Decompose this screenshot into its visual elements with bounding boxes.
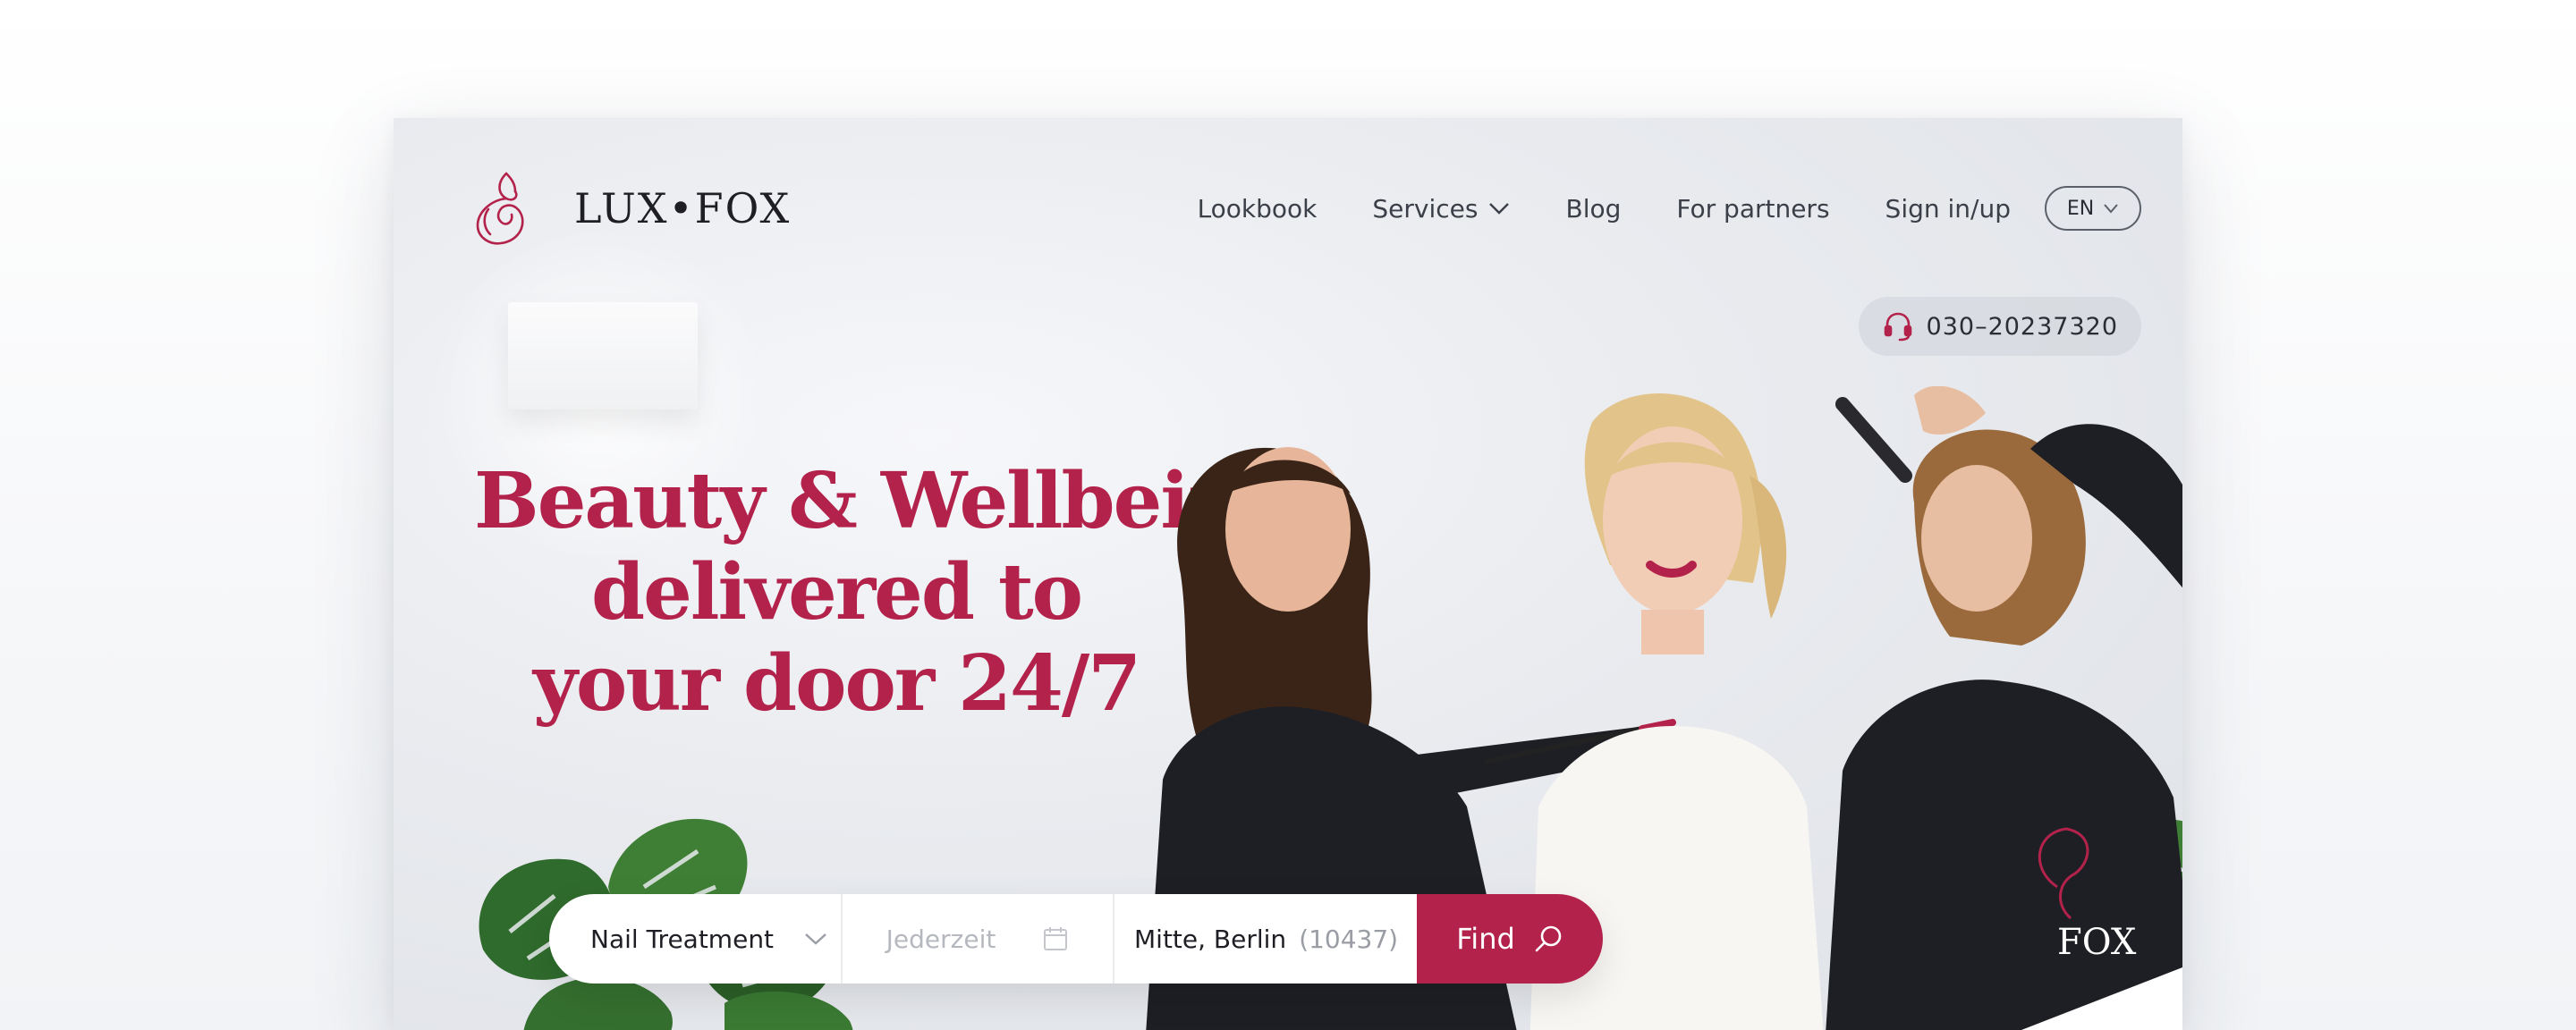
find-label: Find xyxy=(1456,922,1515,956)
chevron-down-icon xyxy=(1489,203,1510,215)
location-field[interactable]: Mitte, Berlin (10437) xyxy=(1114,894,1417,984)
main-nav: Lookbook Services Blog For partners Sign… xyxy=(1198,186,2141,231)
nav-blog[interactable]: Blog xyxy=(1565,194,1621,224)
date-placeholder: Jederzeit xyxy=(886,924,996,954)
fox-logo-icon xyxy=(476,172,524,245)
service-select[interactable]: Nail Treatment xyxy=(549,894,843,984)
postcode-value: (10437) xyxy=(1299,924,1399,954)
brand-name: LUX•FOX xyxy=(574,184,792,232)
phone-number: 030–20237320 xyxy=(1926,312,2118,341)
chevron-down-icon xyxy=(2104,204,2118,214)
headset-icon xyxy=(1884,312,1911,342)
phone-contact[interactable]: 030–20237320 xyxy=(1858,297,2141,356)
headline-line-2: delivered to xyxy=(590,547,1083,637)
nav-services-label: Services xyxy=(1372,193,1479,224)
location-value: Mitte, Berlin xyxy=(1134,924,1287,954)
decorative-corner xyxy=(2021,967,2182,1030)
apron-logo-text: FOX xyxy=(2057,922,2137,963)
chevron-down-icon xyxy=(805,933,826,945)
headline-line-3: your door 24/7 xyxy=(532,638,1141,729)
find-button[interactable]: Find xyxy=(1417,894,1603,984)
brand-logo[interactable]: LUX•FOX xyxy=(470,170,791,247)
search-bar: Nail Treatment Jederzeit Mitte, Berlin (… xyxy=(549,894,1603,984)
hero-headline: Beauty & Wellbeing delivered to your doo… xyxy=(474,456,1296,730)
nav-partners[interactable]: For partners xyxy=(1676,194,1829,224)
service-value: Nail Treatment xyxy=(590,924,775,954)
wall-lamp xyxy=(508,302,698,409)
nav-sign-in[interactable]: Sign in/up xyxy=(1885,194,2011,224)
nav-services[interactable]: Services xyxy=(1372,194,1510,224)
hero-section: LUX•FOX Lookbook Services Blog For partn… xyxy=(394,118,2182,1030)
nav-lookbook[interactable]: Lookbook xyxy=(1198,194,1318,224)
calendar-icon xyxy=(1044,927,1068,950)
search-icon xyxy=(1535,925,1562,952)
language-label: EN xyxy=(2066,197,2095,220)
headline-line-1: Beauty & Wellbeing xyxy=(474,456,1296,546)
date-field[interactable]: Jederzeit xyxy=(843,894,1114,984)
language-selector[interactable]: EN xyxy=(2045,186,2141,231)
